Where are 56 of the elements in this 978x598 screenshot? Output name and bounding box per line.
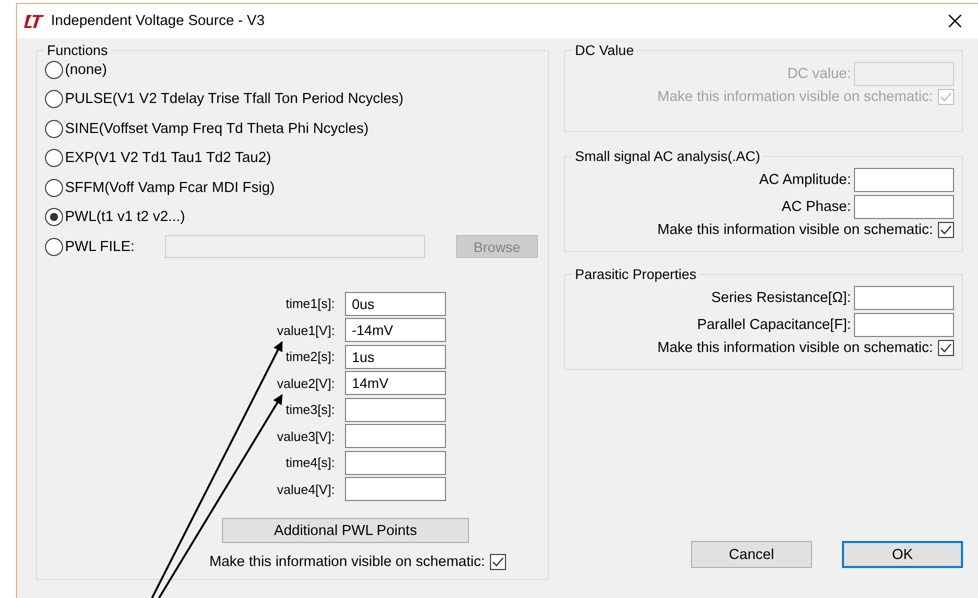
radio-label: PWL FILE: bbox=[65, 238, 135, 255]
close-icon bbox=[948, 14, 962, 28]
input-field[interactable]: -14mV bbox=[344, 318, 446, 342]
field-label: Series Resistance[Ω]: bbox=[711, 290, 851, 306]
checkbox[interactable] bbox=[938, 340, 954, 356]
radio-button[interactable] bbox=[45, 149, 63, 168]
group-title: Parasitic Properties bbox=[574, 266, 698, 282]
input-field[interactable] bbox=[344, 424, 446, 448]
checkbox[interactable] bbox=[490, 554, 506, 570]
radio-button[interactable] bbox=[45, 178, 63, 197]
input-field[interactable] bbox=[854, 194, 954, 218]
logo-icon bbox=[23, 14, 45, 28]
additional-points-button[interactable]: Additional PWL Points bbox=[222, 518, 469, 543]
dialog-button[interactable]: OK bbox=[842, 541, 963, 568]
input-field[interactable] bbox=[854, 312, 954, 336]
checkbox-label: Make this information visible on schematic: bbox=[657, 340, 933, 356]
radio-button[interactable] bbox=[45, 120, 63, 138]
field-label: time2[s]: bbox=[284, 349, 335, 364]
radio-button[interactable] bbox=[45, 208, 63, 226]
field-label: AC Amplitude: bbox=[759, 172, 851, 188]
checkbox-label: Make this information visible on schematic: bbox=[657, 89, 933, 105]
checkbox-label: Make this information visible on schematic: bbox=[209, 554, 485, 570]
field-label: value1[V]: bbox=[277, 322, 335, 338]
checkbox[interactable] bbox=[938, 222, 954, 238]
radio-button[interactable] bbox=[45, 60, 63, 79]
field-label: value4[V]: bbox=[277, 482, 335, 496]
field-label: time3[s]: bbox=[284, 402, 335, 417]
radio-label: EXP(V1 V2 Td1 Tau1 Td2 Tau2) bbox=[65, 150, 272, 166]
group-title: DC Value bbox=[574, 42, 635, 58]
field-label: value3[V]: bbox=[277, 428, 335, 444]
input-field[interactable] bbox=[344, 398, 446, 422]
radio-label: SINE(Voffset Vamp Freq Td Theta Phi Ncycles) bbox=[65, 120, 369, 137]
group-title: Small signal AC analysis(.AC) bbox=[574, 148, 762, 164]
radio-button[interactable] bbox=[45, 238, 63, 256]
window-title: Independent Voltage Source - V3 bbox=[51, 13, 265, 29]
field-label: time4[s]: bbox=[284, 455, 335, 470]
radio-label: SFFM(Voff Vamp Fcar MDI Fsig) bbox=[65, 180, 275, 196]
radio-label: (none) bbox=[65, 62, 107, 78]
radio-label: PULSE(V1 V2 Tdelay Trise Tfall Ton Period Ncycles) bbox=[65, 91, 404, 108]
field-label: value2[V]: bbox=[277, 376, 335, 390]
input-field[interactable]: 1us bbox=[344, 344, 446, 368]
input-field[interactable]: 0us bbox=[344, 292, 446, 316]
input-field[interactable] bbox=[344, 450, 446, 474]
input-field[interactable] bbox=[344, 477, 446, 501]
radio-label: PWL(t1 v1 t2 v2...) bbox=[65, 209, 186, 226]
field-label: Parallel Capacitance[F]: bbox=[697, 316, 851, 332]
input-field[interactable]: 14mV bbox=[344, 371, 446, 395]
dialog-button[interactable]: Cancel bbox=[691, 541, 812, 568]
input-field[interactable] bbox=[854, 168, 954, 192]
group-title: Functions bbox=[46, 42, 109, 58]
radio-button[interactable] bbox=[45, 90, 63, 108]
input-field[interactable] bbox=[854, 286, 954, 310]
field-label: time1[s]: bbox=[284, 296, 335, 311]
checkbox-label: Make this information visible on schematic: bbox=[657, 222, 933, 238]
field-label: DC value: bbox=[787, 66, 851, 82]
field-label: AC Phase: bbox=[782, 198, 851, 214]
